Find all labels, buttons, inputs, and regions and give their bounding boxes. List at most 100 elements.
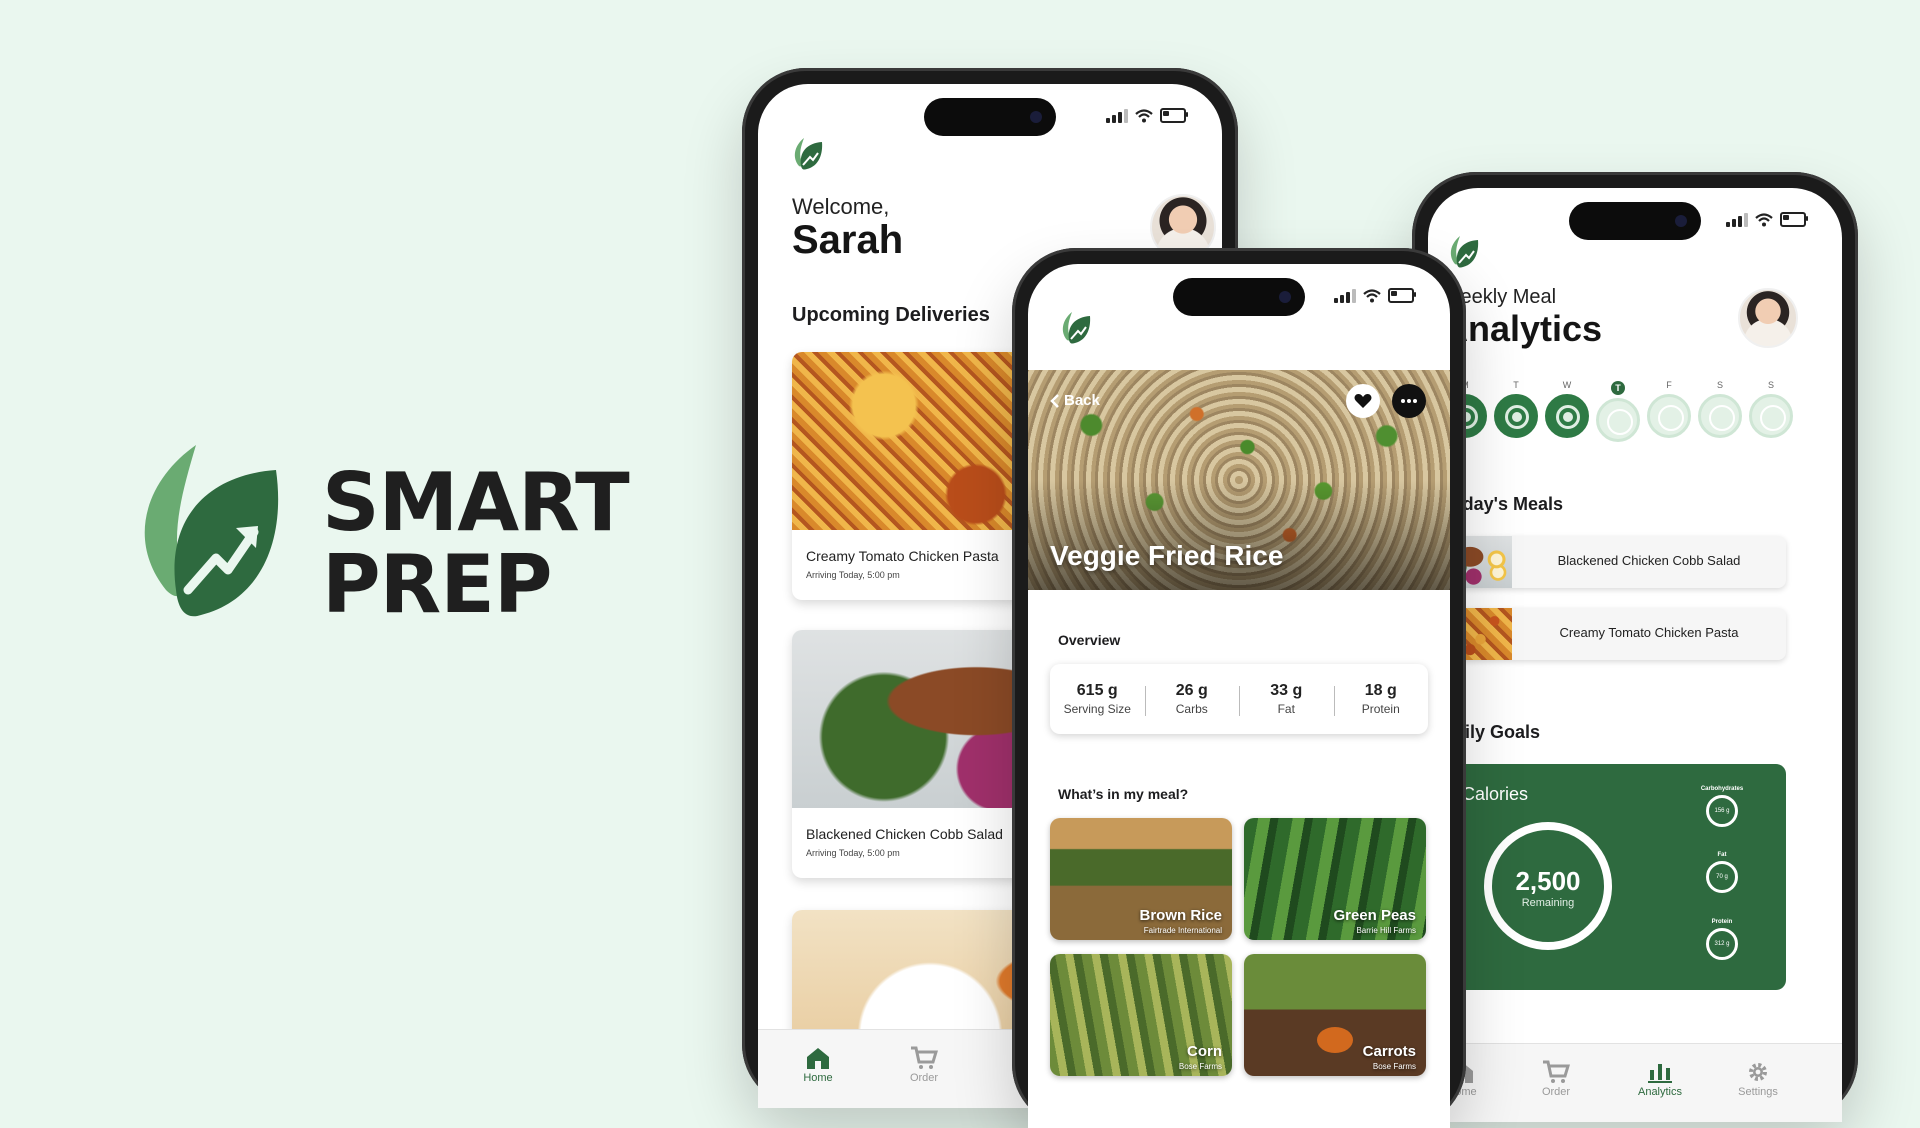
meal-item[interactable]: Blackened Chicken Cobb Salad [1442, 536, 1786, 588]
ingredient-name: Brown Rice [1139, 907, 1222, 924]
analytics-screen: Weekly Meal Analytics M T W T F S S Toda… [1428, 188, 1842, 1122]
stat-label: Protein [1361, 702, 1400, 716]
ingredient-card[interactable]: Corn Bose Farms [1050, 954, 1232, 1076]
delivery-subtitle: Arriving Today, 5:00 pm [806, 848, 900, 858]
tab-label: Order [1541, 1086, 1571, 1098]
leaf-logo-icon [144, 445, 279, 617]
section-title: What’s in my meal? [1058, 786, 1189, 802]
day-label: F [1666, 380, 1672, 390]
day-ring [1494, 394, 1538, 438]
stat-value: 33 g [1270, 682, 1303, 699]
stat-protein: 18 g Protein [1333, 682, 1429, 716]
avatar[interactable] [1738, 288, 1798, 348]
battery-icon [1160, 108, 1188, 123]
stat-value: 615 g [1076, 682, 1118, 699]
day-wednesday[interactable]: W [1544, 378, 1590, 442]
signal-icon [1334, 288, 1356, 303]
day-ring [1749, 394, 1793, 438]
calories-value: 2,500 [1515, 866, 1581, 896]
day-thursday[interactable]: T [1595, 378, 1641, 442]
detail-screen: Back Veggie Fried Rice Overview 615 g Ser… [1028, 264, 1450, 1128]
tab-analytics[interactable]: Analytics [1620, 1058, 1700, 1098]
meal-title: Creamy Tomato Chicken Pasta [1559, 625, 1739, 640]
meal-hero-image: Back Veggie Fried Rice [1028, 370, 1450, 590]
ingredient-source: Barrie Hill Farms [1356, 926, 1416, 935]
day-label: W [1562, 380, 1572, 390]
cart-icon [1543, 1060, 1570, 1083]
section-title: Overview [1058, 632, 1121, 648]
macro-label: Carbohydrates [1700, 786, 1744, 792]
tab-bar: Home Order Analytics Settings [1428, 1043, 1842, 1122]
stat-serving-size: 615 g Serving Size [1050, 682, 1145, 716]
day-sunday[interactable]: S [1748, 378, 1794, 442]
app-logo-icon [1062, 312, 1091, 344]
brand-wordmark: SMART PREP [322, 456, 630, 631]
favorite-button[interactable] [1346, 384, 1380, 418]
tab-label: Order [909, 1072, 939, 1084]
nutrition-overview: 615 g Serving Size 26 g Carbs 33 g Fat 18 g… [1050, 664, 1428, 734]
calories-ring: 2,500 Remaining [1484, 822, 1612, 950]
tab-home[interactable]: Home [778, 1044, 858, 1084]
ingredient-card[interactable]: Carrots Bose Farms [1244, 954, 1426, 1076]
cart-icon [911, 1046, 938, 1069]
more-options-button[interactable] [1392, 384, 1426, 418]
brand-line-2: PREP [322, 538, 553, 631]
wifi-icon [1363, 288, 1381, 302]
user-name: Sarah [792, 218, 904, 262]
battery-icon [1388, 288, 1416, 303]
dynamic-island [924, 98, 1056, 136]
status-bar [1334, 288, 1416, 303]
ingredient-source: Bose Farms [1178, 1062, 1222, 1071]
page-title: Analytics [1442, 308, 1603, 349]
weekly-tracker: M T W T F S S [1442, 378, 1794, 442]
macro-fat: Fat 70 g [1692, 852, 1752, 893]
calories-label: Calories [1462, 784, 1529, 804]
app-logo-icon [1450, 236, 1479, 268]
day-saturday[interactable]: S [1697, 378, 1743, 442]
phone-analytics: Weekly Meal Analytics M T W T F S S Toda… [1412, 172, 1858, 1122]
meal-item[interactable]: Creamy Tomato Chicken Pasta [1442, 608, 1786, 660]
heart-icon [1354, 394, 1372, 408]
ingredient-card[interactable]: Brown Rice Fairtrade International [1050, 818, 1232, 940]
delivery-subtitle: Arriving Today, 5:00 pm [806, 570, 900, 580]
back-label: Back [1064, 392, 1100, 409]
bar-chart-icon [1648, 1064, 1672, 1083]
gear-icon [1749, 1063, 1767, 1081]
delivery-title: Creamy Tomato Chicken Pasta [806, 548, 999, 564]
stat-label: Fat [1277, 702, 1295, 716]
stat-label: Serving Size [1063, 702, 1131, 716]
day-label: S [1767, 380, 1774, 390]
back-button[interactable]: Back [1050, 392, 1100, 409]
tab-label: Analytics [1637, 1086, 1683, 1098]
calories-caption: Remaining [1521, 897, 1575, 909]
tab-settings[interactable]: Settings [1718, 1058, 1798, 1098]
macro-value: 70 g [1706, 861, 1738, 893]
tab-label: Home [803, 1072, 833, 1084]
wifi-icon [1135, 108, 1153, 122]
meal-title: Veggie Fried Rice [1050, 540, 1284, 571]
day-tuesday[interactable]: T [1493, 378, 1539, 442]
macro-carbs: Carbohydrates 156 g [1692, 786, 1752, 827]
ingredient-name: Carrots [1362, 1043, 1416, 1060]
meal-title: Blackened Chicken Cobb Salad [1557, 553, 1741, 568]
day-label: T [1513, 380, 1519, 390]
stat-label: Carbs [1175, 702, 1208, 716]
day-ring [1545, 394, 1589, 438]
tab-order[interactable]: Order [884, 1044, 964, 1084]
stat-fat: 33 g Fat [1239, 682, 1334, 716]
ingredient-source: Bose Farms [1372, 1062, 1416, 1071]
wifi-icon [1755, 212, 1773, 226]
more-icon [1401, 399, 1417, 403]
ingredient-card[interactable]: Green Peas Barrie Hill Farms [1244, 818, 1426, 940]
day-friday[interactable]: F [1646, 378, 1692, 442]
home-icon [807, 1048, 829, 1069]
brand-line-1: SMART [322, 456, 630, 549]
section-title: Upcoming Deliveries [792, 304, 990, 326]
signal-icon [1106, 108, 1128, 123]
stat-value: 26 g [1175, 682, 1208, 699]
tab-order[interactable]: Order [1516, 1058, 1596, 1098]
signal-icon [1726, 212, 1748, 227]
welcome-text: Welcome, [792, 194, 890, 219]
chevron-left-icon [1050, 393, 1059, 408]
dynamic-island [1173, 278, 1305, 316]
